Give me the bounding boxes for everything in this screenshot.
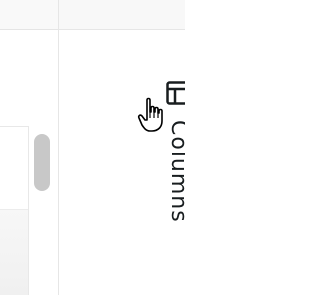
page: Columns — [0, 0, 257, 295]
grid-row[interactable] — [0, 210, 28, 295]
grid-row[interactable] — [0, 30, 28, 126]
grid-header — [0, 0, 58, 29]
side-bar-header — [59, 0, 185, 30]
vertical-scrollbar-thumb[interactable] — [34, 134, 50, 191]
side-bar: Columns — [58, 0, 191, 295]
row-divider — [0, 126, 28, 127]
page-background — [185, 0, 257, 295]
